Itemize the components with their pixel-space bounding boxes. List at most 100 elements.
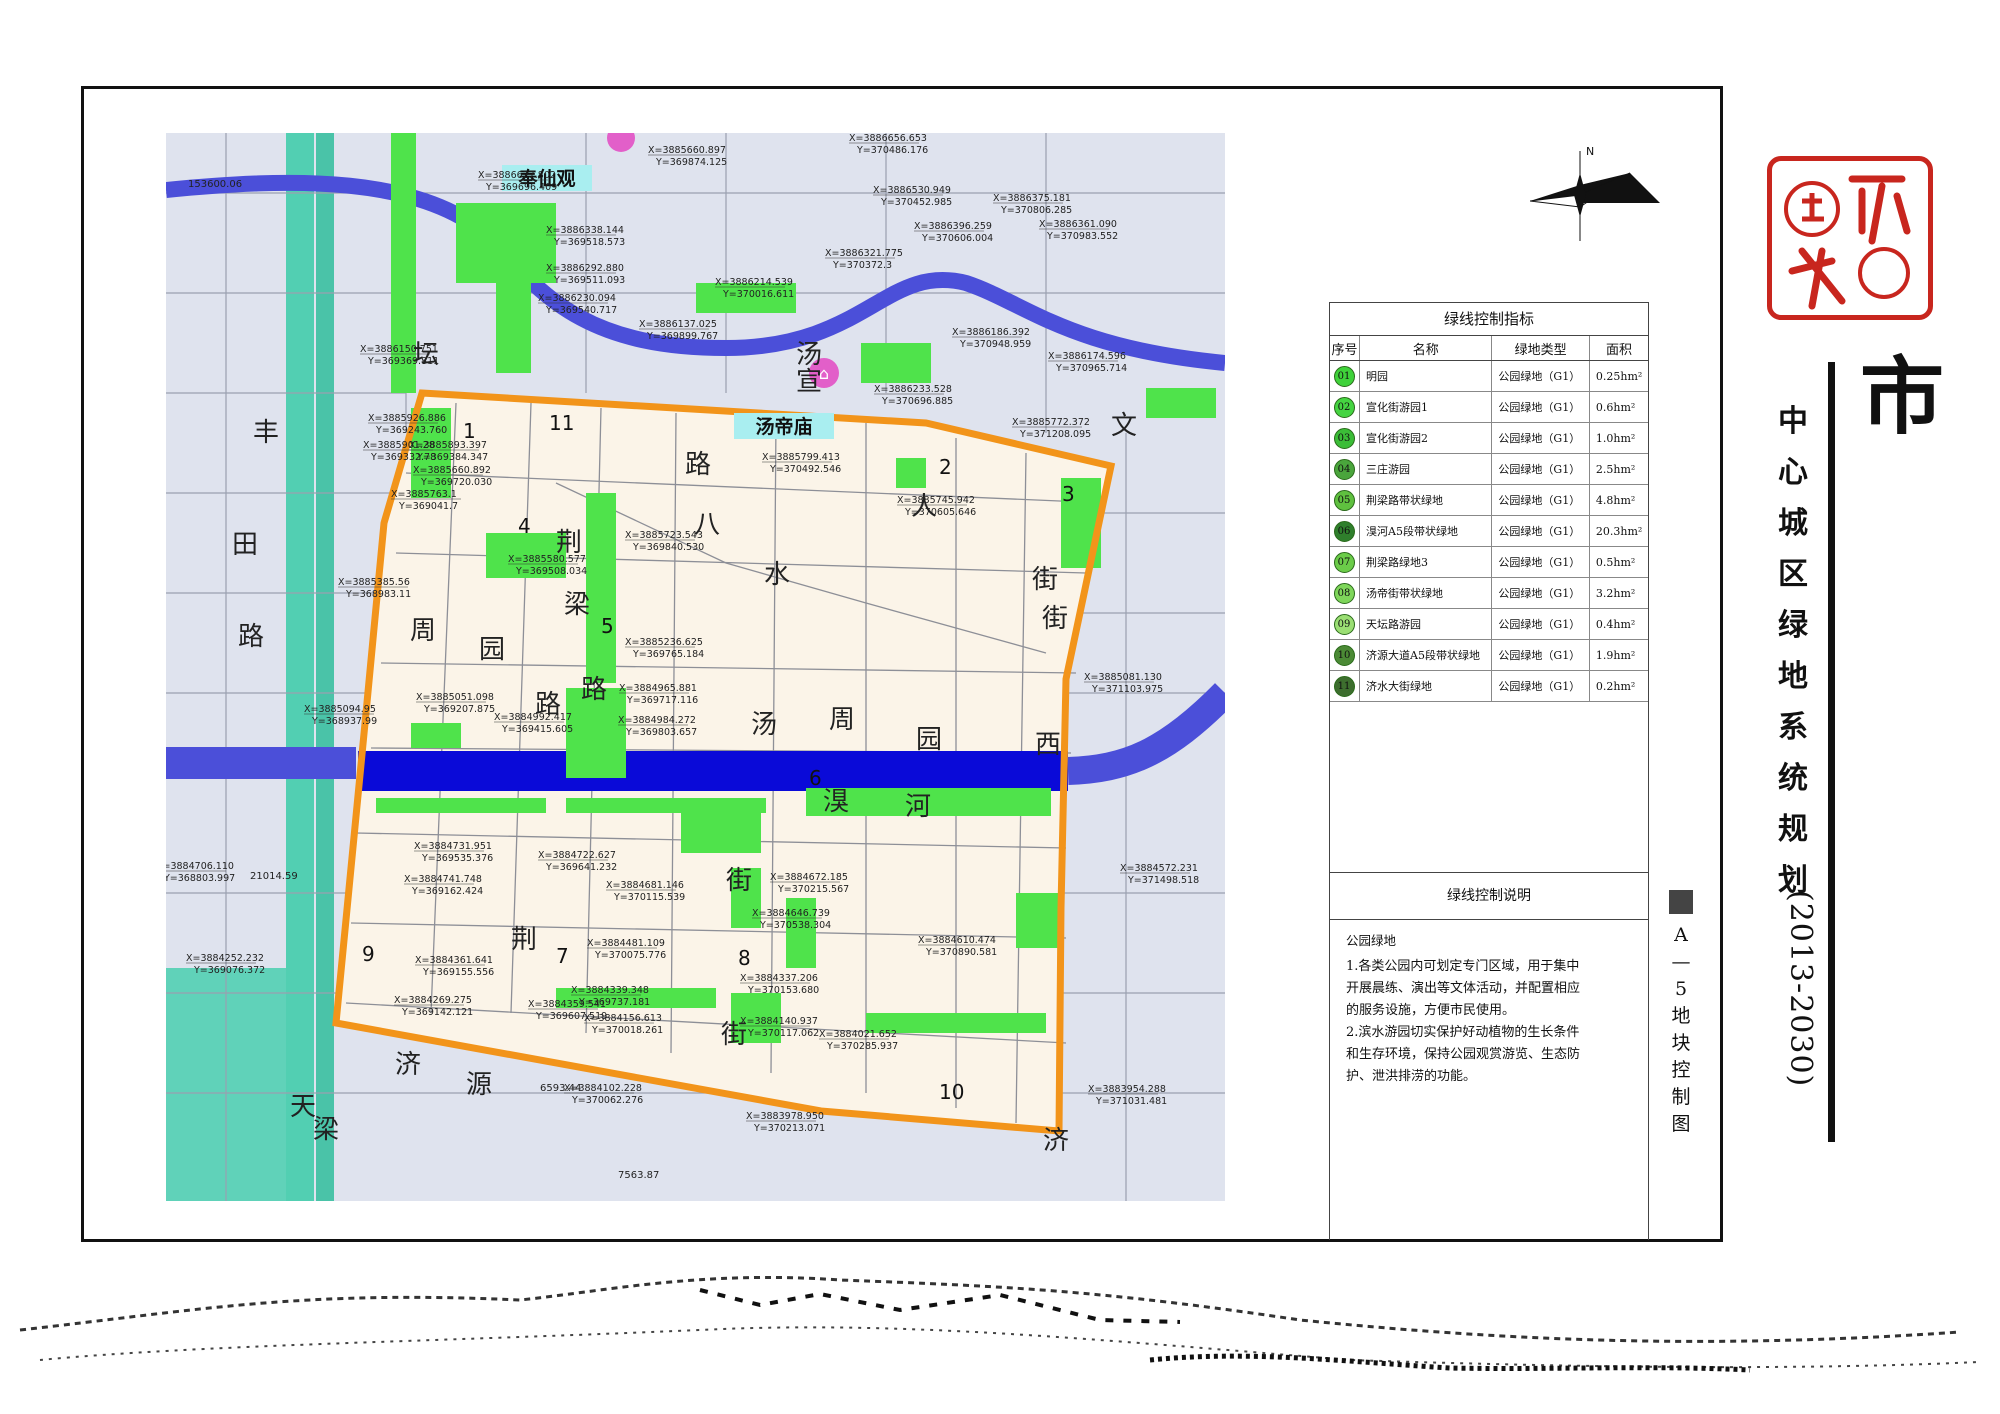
coordinate-y: Y=369155.556 <box>422 967 494 978</box>
plan-title-char: 城 <box>1778 506 1808 541</box>
row-type: 公园绿地（G1） <box>1491 484 1590 516</box>
road-name-char: 丰 <box>253 418 279 448</box>
coordinate-x: X=3883954.288 <box>1088 1084 1166 1095</box>
elevation-label: 153600.06 <box>188 179 242 190</box>
coordinate-label: X=3886321.775Y=370372.3 <box>825 248 903 271</box>
coordinate-y: Y=368937.99 <box>311 716 377 727</box>
row-number-badge: 09 <box>1333 613 1355 635</box>
coordinate-y: Y=368983.11 <box>345 589 411 600</box>
coordinate-label: X=3886186.392Y=370948.959 <box>952 327 1031 350</box>
row-area: 0.6hm² <box>1589 391 1648 423</box>
coordinate-y: Y=371031.481 <box>1095 1096 1167 1107</box>
legend-panel: 绿线控制指标 序号 名称 绿地类型 面积 01 明园 公园绿地（G1） 0.25hm²… <box>1329 302 1649 1240</box>
row-number-badge: 04 <box>1333 458 1355 480</box>
coordinate-x: X=3885745.942 <box>897 495 975 506</box>
coordinate-y: Y=370213.071 <box>753 1123 825 1134</box>
coordinate-label: X=3884731.951Y=369535.376 <box>414 841 493 864</box>
parcel-number: 2 <box>939 455 952 479</box>
coordinate-y: Y=370606.004 <box>921 233 993 244</box>
coordinate-label: X=3886233.528Y=370696.885 <box>874 384 953 407</box>
coordinate-y: Y=369076.372 <box>193 965 265 976</box>
coordinate-y: Y=370285.937 <box>826 1041 898 1052</box>
parcel-number: 8 <box>738 946 751 970</box>
coordinate-y: Y=371103.975 <box>1091 684 1163 695</box>
row-name: 济源大道A5段带状绿地 <box>1359 639 1493 671</box>
north-label: N <box>1586 145 1594 158</box>
coordinate-label: X=3886361.090Y=370983.552 <box>1039 219 1118 242</box>
coordinate-y: Y=370115.539 <box>613 892 685 903</box>
road-name-char: 济 <box>1043 1126 1069 1156</box>
coordinate-y: Y=369535.376 <box>421 853 493 864</box>
sheet-text-char: 块 <box>1671 1032 1691 1054</box>
coordinate-y: Y=369142.121 <box>401 1007 473 1018</box>
col-header: 面积 <box>1589 336 1648 361</box>
coordinate-x: X=3886627.802 <box>478 170 556 181</box>
coordinate-y: Y=368803.997 <box>166 873 235 884</box>
row-area: 0.25hm² <box>1589 360 1648 392</box>
road-name-char: 文 <box>1111 411 1137 441</box>
coordinate-x: X=3886656.653 <box>849 133 927 144</box>
notes-title: 绿线控制说明 <box>1330 873 1648 920</box>
road-name-char: 园 <box>479 635 505 665</box>
coordinate-x: X=3885723.543 <box>625 530 703 541</box>
coordinate-x: X=3884572.231 <box>1120 863 1198 874</box>
coordinate-label: X=3885236.625Y=369765.184 <box>625 637 704 660</box>
notes-line: 开展晨练、演出等文体活动，并配置相应 <box>1346 981 1581 996</box>
coordinate-y: Y=369641.232 <box>545 862 617 873</box>
coordinate-label: X=3884481.109Y=370075.776 <box>587 938 666 961</box>
coordinate-x: X=3885051.098 <box>416 692 494 703</box>
col-header: 序号 <box>1330 336 1360 361</box>
road-name-char: 周 <box>829 705 855 735</box>
coordinate-label: X=3886292.880Y=369511.093 <box>546 263 625 286</box>
coordinate-label: X=3885385.56Y=368983.11 <box>338 577 411 600</box>
table-row: 07 荆梁路绿地3 公园绿地（G1） 0.5hm² <box>1330 546 1648 578</box>
row-area: 0.5hm² <box>1589 546 1648 578</box>
row-area: 1.0hm² <box>1589 422 1648 454</box>
coordinate-x: X=3884269.275 <box>394 995 472 1006</box>
title-big-char: 市 <box>1860 347 1945 446</box>
row-number: 02 <box>1330 391 1360 423</box>
row-number: 04 <box>1330 453 1360 485</box>
river-jue-he <box>358 751 1068 791</box>
seal-logo <box>1767 156 1933 320</box>
row-type: 公园绿地（G1） <box>1491 670 1590 702</box>
coordinate-x: X=3886137.025 <box>639 319 717 330</box>
coordinate-label: X=3883978.950Y=370213.071 <box>746 1111 825 1134</box>
plan-title-char: 规 <box>1778 812 1808 847</box>
coordinate-y: Y=369511.093 <box>553 275 625 286</box>
coordinate-y: Y=370486.176 <box>856 145 928 156</box>
row-area: 1.9hm² <box>1589 639 1648 671</box>
coordinate-label: X=3884021.652Y=370285.937 <box>819 1029 898 1052</box>
row-number: 09 <box>1330 608 1360 640</box>
green-index-title: 绿线控制指标 <box>1330 302 1648 336</box>
coordinate-x: X=3886338.144 <box>546 225 624 236</box>
row-area: 4.8hm² <box>1589 484 1648 516</box>
coordinate-label: X=3886214.539Y=370016.611 <box>715 277 794 300</box>
row-name: 宣化街游园2 <box>1359 422 1493 454</box>
row-number-badge: 11 <box>1333 675 1355 697</box>
road-name-char: 汤 <box>796 340 822 370</box>
plan-title: 中心城区绿地系统规划 <box>1768 396 1818 906</box>
coordinate-x: X=3884681.146 <box>606 880 684 891</box>
sheet-text-char: — <box>1671 951 1691 973</box>
coordinate-y: Y=369874.125 <box>655 157 727 168</box>
row-area: 0.4hm² <box>1589 608 1648 640</box>
coordinate-x: X=3884252.232 <box>186 953 264 964</box>
coordinate-x: X=3884339.348 <box>571 985 649 996</box>
coordinate-label: X=3886150.751Y=369369.811 <box>360 344 439 367</box>
coordinate-x: X=3884156.613 <box>584 1013 662 1024</box>
coordinate-label: X=3885772.372Y=371208.095 <box>1012 417 1091 440</box>
coordinate-x: X=3886321.775 <box>825 248 903 259</box>
sheet-text-char: 控 <box>1671 1059 1691 1081</box>
coordinate-x: X=3886396.259 <box>914 221 992 232</box>
coordinate-x: X=3884359.541 <box>528 999 606 1010</box>
row-area: 0.2hm² <box>1589 670 1648 702</box>
row-name: 荆梁路带状绿地 <box>1359 484 1493 516</box>
row-number-badge: 07 <box>1333 551 1355 573</box>
coordinate-x: X=3886233.528 <box>874 384 952 395</box>
coordinate-label: X=3885580.577Y=369508.034 <box>508 554 587 577</box>
plan-title-char: 心 <box>1778 455 1808 490</box>
coordinate-label: X=3884965.881Y=369717.116 <box>619 683 698 706</box>
coordinate-x: X=3886174.596 <box>1048 351 1126 362</box>
row-number: 10 <box>1330 639 1360 671</box>
